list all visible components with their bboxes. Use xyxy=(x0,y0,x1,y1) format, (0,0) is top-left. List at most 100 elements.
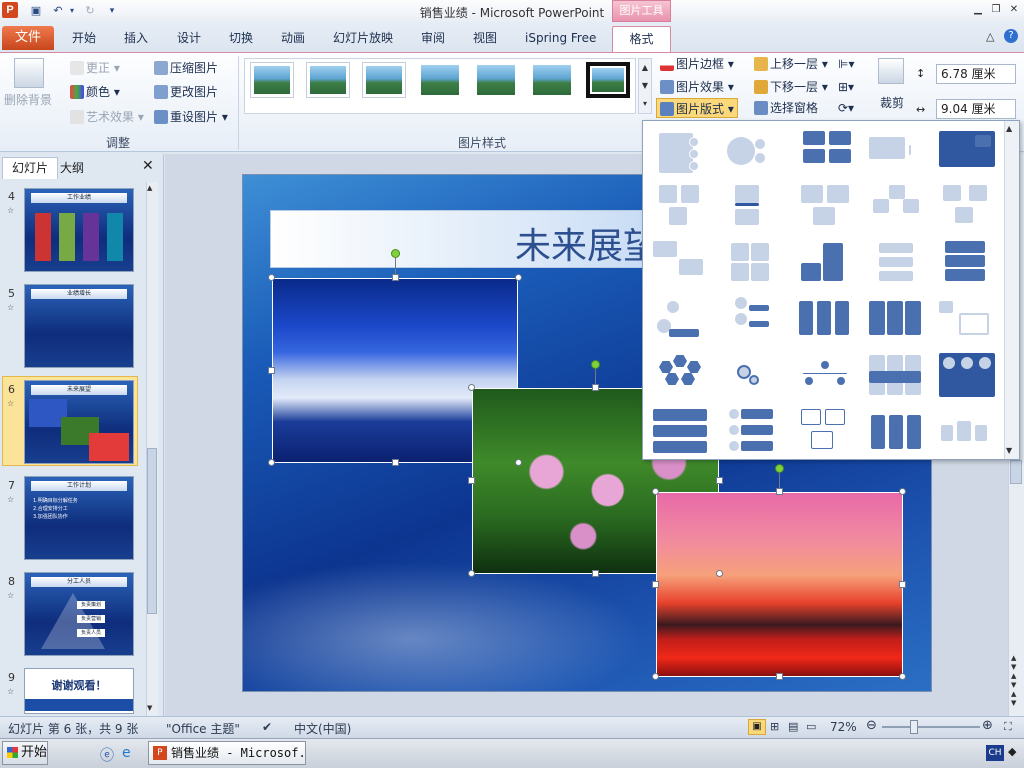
align-icon[interactable]: ⊫▾ xyxy=(838,54,854,74)
height-input[interactable]: 6.78 厘米 xyxy=(936,64,1016,84)
resize-handle[interactable] xyxy=(716,477,723,484)
scroll-thumb[interactable] xyxy=(1010,460,1022,484)
tab-home[interactable]: 开始 xyxy=(72,29,96,47)
resize-handle[interactable] xyxy=(652,673,659,680)
layout-option[interactable] xyxy=(797,241,859,291)
layout-option[interactable] xyxy=(939,129,1001,179)
slide-thumbnail-4[interactable]: 工作业绩 xyxy=(24,188,134,272)
zoom-level[interactable]: 72% xyxy=(830,720,857,734)
tab-slideshow[interactable]: 幻灯片放映 xyxy=(333,29,393,47)
fit-to-window-icon[interactable]: ⛶ xyxy=(1004,720,1012,734)
picture-style-2[interactable] xyxy=(306,62,350,98)
resize-handle[interactable] xyxy=(899,581,906,588)
layout-option[interactable] xyxy=(869,185,931,235)
resize-handle[interactable] xyxy=(468,570,475,577)
resize-handle[interactable] xyxy=(776,488,783,495)
resize-handle[interactable] xyxy=(268,274,275,281)
resize-handle[interactable] xyxy=(268,459,275,466)
crop-icon[interactable] xyxy=(878,58,904,84)
resize-handle[interactable] xyxy=(776,673,783,680)
close-icon[interactable]: ✕ xyxy=(1006,3,1022,17)
slide-thumbnail-7[interactable]: 工作计划 1.明确目标分解任务 2.合理安排分工 3.加强团队协作 xyxy=(24,476,134,560)
spelling-check-icon[interactable]: ✔ xyxy=(262,720,272,734)
help-icon[interactable]: ? xyxy=(1004,29,1018,43)
tab-design[interactable]: 设计 xyxy=(177,29,201,47)
scroll-down-icon[interactable]: ▲ ▼ ▲ ▼ ▲ ▼ xyxy=(1011,654,1016,708)
layout-option[interactable] xyxy=(869,129,931,179)
zoom-slider-thumb[interactable] xyxy=(910,720,918,734)
layout-option[interactable] xyxy=(653,241,715,291)
picture-style-7[interactable] xyxy=(586,62,630,98)
zoom-out-icon[interactable]: ⊖ xyxy=(866,718,877,733)
normal-view-icon[interactable]: ▣ xyxy=(748,719,766,735)
layout-option[interactable] xyxy=(797,297,859,347)
zoom-in-icon[interactable]: ⊕ xyxy=(982,718,993,733)
resize-handle[interactable] xyxy=(515,274,522,281)
picture-effects-button[interactable]: 图片效果 ▾ xyxy=(660,77,734,97)
layout-option[interactable] xyxy=(725,129,787,179)
resize-handle[interactable] xyxy=(468,384,475,391)
layout-option[interactable] xyxy=(939,409,1001,459)
minimize-icon[interactable]: ▁ xyxy=(970,3,986,17)
corrections-button[interactable]: 更正 ▾ xyxy=(70,58,120,78)
layout-option[interactable] xyxy=(797,409,859,459)
resize-handle[interactable] xyxy=(716,570,723,577)
slide-thumbnail-6[interactable]: 未来展望 xyxy=(24,380,134,464)
layout-option[interactable] xyxy=(939,185,1001,235)
start-button[interactable]: 开始 xyxy=(2,741,48,765)
remove-background-button[interactable]: 删除背景 xyxy=(4,90,52,110)
layout-option[interactable] xyxy=(725,409,787,459)
resize-handle[interactable] xyxy=(592,384,599,391)
panel-close-icon[interactable]: ✕ xyxy=(142,158,154,174)
resize-handle[interactable] xyxy=(515,459,522,466)
send-backward-button[interactable]: 下移一层 ▾ xyxy=(754,77,828,97)
layout-option[interactable] xyxy=(653,129,715,179)
quick-launch-ie-icon[interactable]: ⓔ xyxy=(100,745,114,765)
tab-transitions[interactable]: 切换 xyxy=(229,29,253,47)
tray-icon[interactable]: ◆ xyxy=(1008,745,1016,758)
layout-option[interactable] xyxy=(725,297,787,347)
styles-gallery-scroll[interactable]: ▲ ▼ ▾ xyxy=(638,58,652,114)
layout-option[interactable] xyxy=(869,409,931,459)
layout-option[interactable] xyxy=(653,353,715,403)
width-input[interactable]: 9.04 厘米 xyxy=(936,99,1016,119)
group-icon[interactable]: ⊞▾ xyxy=(838,77,854,97)
tab-format[interactable]: 格式 xyxy=(612,26,671,52)
resize-handle[interactable] xyxy=(899,673,906,680)
rotate-handle[interactable] xyxy=(391,249,400,258)
bring-forward-button[interactable]: 上移一层 ▾ xyxy=(754,54,828,74)
reset-picture-button[interactable]: 重设图片 ▾ xyxy=(154,107,228,127)
slide-thumbnail-8[interactable]: 分工人员 负责策划 负责营销 负责人员 xyxy=(24,572,134,656)
slide-thumbnail-9[interactable]: 谢谢观看！ xyxy=(24,668,134,714)
tab-view[interactable]: 视图 xyxy=(473,29,497,47)
change-picture-button[interactable]: 更改图片 xyxy=(154,82,218,102)
scroll-up-icon[interactable]: ▲ xyxy=(147,184,157,192)
resize-handle[interactable] xyxy=(392,274,399,281)
color-button[interactable]: 颜色 ▾ xyxy=(70,82,120,102)
layout-option[interactable] xyxy=(939,241,1001,291)
reading-view-icon[interactable]: ▤ xyxy=(788,720,798,733)
layout-option[interactable] xyxy=(939,353,1001,403)
scroll-down-icon[interactable]: ▼ xyxy=(147,704,157,712)
layout-option[interactable] xyxy=(869,353,931,403)
resize-handle[interactable] xyxy=(652,488,659,495)
layout-option[interactable] xyxy=(653,297,715,347)
resize-handle[interactable] xyxy=(468,477,475,484)
scroll-thumb[interactable] xyxy=(147,448,157,614)
tab-ispring[interactable]: iSpring Free xyxy=(525,29,596,47)
tab-review[interactable]: 审阅 xyxy=(421,29,445,47)
restore-icon[interactable]: ❐ xyxy=(988,3,1004,17)
theme-status[interactable]: "Office 主题" xyxy=(166,720,240,737)
layout-option[interactable] xyxy=(869,297,931,347)
tab-animations[interactable]: 动画 xyxy=(281,29,305,47)
resize-handle[interactable] xyxy=(592,570,599,577)
picture-border-button[interactable]: 图片边框 ▾ xyxy=(660,54,734,74)
layout-option[interactable] xyxy=(653,409,715,459)
slide-sorter-view-icon[interactable]: ⊞ xyxy=(770,720,779,733)
layout-option[interactable] xyxy=(725,353,787,403)
layout-option[interactable] xyxy=(725,185,787,235)
slide-thumbnail-5[interactable]: 业绩增长 xyxy=(24,284,134,368)
quick-launch-browser-icon[interactable]: e xyxy=(122,745,131,761)
dropdown-scroll-down-icon[interactable]: ▼ xyxy=(1006,446,1012,455)
taskbar-powerpoint-window[interactable]: P 销售业绩 - Microsof... xyxy=(148,741,306,765)
